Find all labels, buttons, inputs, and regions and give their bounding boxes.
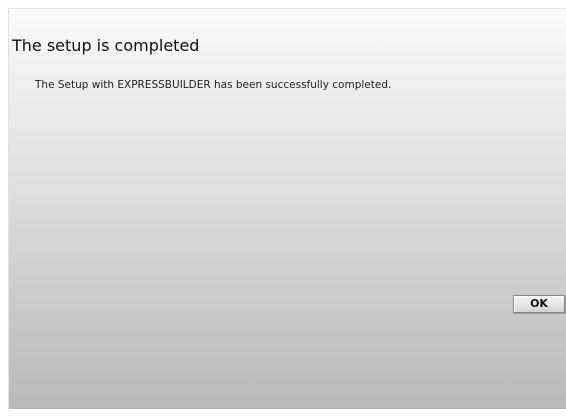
completion-message: The Setup with EXPRESSBUILDER has been s… <box>35 79 392 91</box>
ok-button[interactable]: OK <box>513 295 565 313</box>
setup-complete-screen: The setup is completed The Setup with EX… <box>8 8 566 409</box>
page-title: The setup is completed <box>12 36 200 55</box>
